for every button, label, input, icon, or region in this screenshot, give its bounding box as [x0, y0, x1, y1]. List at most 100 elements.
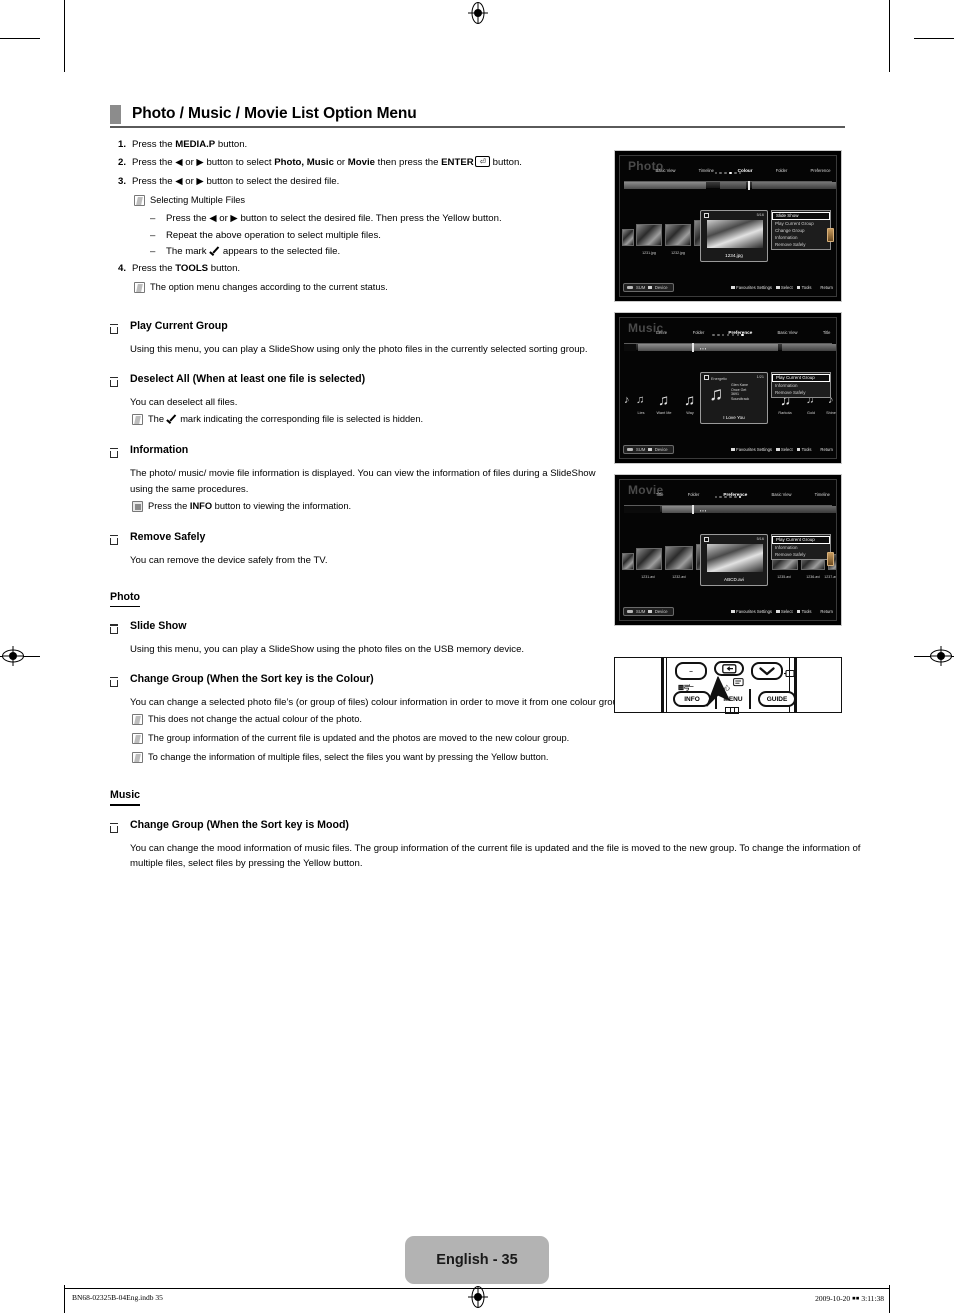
device-indicator[interactable]: SUM Device — [623, 445, 674, 454]
menu-item-remove-safely[interactable]: Remove Safely — [772, 389, 830, 396]
tab-folder[interactable]: Folder — [776, 168, 788, 173]
guide-button[interactable]: GUIDE — [758, 691, 796, 707]
key-tools[interactable]: Tools — [796, 609, 811, 614]
tab-basic-view[interactable]: Basic View — [771, 492, 791, 497]
thumbnail[interactable] — [665, 224, 691, 246]
note-text: Selecting Multiple Files — [150, 195, 246, 206]
menu-item-remove-safely[interactable]: Remove Safely — [772, 551, 830, 558]
key-return[interactable]: Return — [815, 609, 833, 614]
bar-segment — [624, 344, 636, 351]
key-tools[interactable]: Tools — [796, 285, 812, 290]
section-heading: Deselect All (When at least one file is … — [130, 372, 366, 385]
menu-item-play-current-group[interactable]: Play Current Group — [772, 220, 830, 227]
movie-group-bar[interactable]: ▪▪▪ — [624, 505, 836, 514]
page-number-text: English - 35 — [436, 1252, 518, 1268]
movie-option-menu: Play Current Group Information Remove Sa… — [771, 534, 831, 560]
photo-screen: Photo Basic View Timeline Colour Folder … — [619, 155, 837, 297]
enter-key-icon: ⏎ — [474, 156, 490, 168]
thumbnail[interactable] — [636, 224, 662, 246]
detail-checkbox[interactable] — [704, 537, 709, 542]
menu-item-change-group[interactable]: Change Group — [772, 227, 830, 234]
detail-checkbox[interactable] — [704, 375, 709, 380]
tab-basic-view[interactable]: Basic View — [656, 168, 676, 173]
subsection-title-music-text: Music — [110, 789, 141, 802]
meta-genre: Soundtrack — [731, 396, 750, 401]
tab-folder[interactable]: Folder — [688, 492, 700, 497]
tab-timeline[interactable]: Timeline — [815, 492, 830, 497]
section-heading: Information — [130, 444, 189, 457]
menu-item-remove-safely[interactable]: Remove Safely — [772, 241, 830, 248]
dash-bullet: – — [150, 213, 156, 225]
detail-group-wrap: Energetic — [704, 375, 727, 381]
detail-meta: Glen Kane Once Get 3691 Soundtrack — [731, 383, 749, 401]
detail-checkbox[interactable] — [704, 213, 709, 218]
key-select[interactable]: Select — [776, 285, 793, 290]
info-note-icon — [132, 501, 143, 513]
note-icon-wrap — [132, 192, 150, 210]
dash-text: The mark appears to the selected file. — [166, 244, 340, 260]
step-item: 2. Press the ◀ or ▶ button to select Pho… — [110, 155, 605, 172]
note-row: This does not change the actual colour o… — [130, 711, 865, 729]
tab-preference[interactable]: Preference — [810, 168, 830, 173]
section-heading: Play Current Group — [130, 320, 228, 333]
chevron-down-icon — [759, 666, 775, 675]
scroll-grip[interactable] — [827, 228, 834, 242]
music-note-icon[interactable]: ♫ — [684, 393, 695, 408]
music-note-icon[interactable]: ♫ — [636, 395, 644, 406]
thumbnail[interactable] — [622, 553, 634, 570]
bar-knob[interactable] — [692, 343, 694, 352]
tab-timeline[interactable]: Timeline — [699, 168, 714, 173]
device-indicator[interactable]: SUM Device — [623, 607, 674, 616]
thumbnail-label: 1232.jpg — [671, 251, 685, 255]
menu-item-slide-show[interactable]: Slide Show — [772, 212, 830, 220]
key-select[interactable]: Select — [776, 447, 793, 452]
section-heading: Change Group (When the Sort key is the C… — [130, 672, 374, 685]
bar-knob[interactable] — [692, 505, 694, 514]
screenshot-music: Music Genre Folder Preference Basic View… — [614, 312, 842, 464]
thumbnail-label: 1232.avi — [672, 575, 686, 579]
step-number: 1. — [117, 138, 126, 150]
tab-title[interactable]: Title — [656, 492, 664, 497]
menu-item-information[interactable]: Information — [772, 382, 830, 389]
menu-item-information[interactable]: Information — [772, 544, 830, 551]
tab-preference[interactable]: Preference — [723, 492, 747, 497]
thumbnail[interactable] — [622, 229, 634, 246]
movie-detail-card: 5/16 ABCD.avi — [700, 534, 768, 586]
key-return[interactable]: Return — [815, 285, 833, 290]
pointer-cursor-icon — [706, 676, 730, 707]
bar-knob[interactable] — [748, 181, 750, 190]
note-selecting-multiple: Selecting Multiple Files — [132, 192, 605, 210]
key-favourites[interactable]: Favourites Settings — [731, 285, 772, 290]
square-bullet-icon — [109, 535, 118, 546]
device-source: SUM — [636, 609, 646, 614]
music-note-icon[interactable]: ♫ — [658, 393, 669, 408]
key-favourites[interactable]: Favourites Settings — [731, 447, 772, 452]
key-dot-icon — [776, 447, 780, 452]
key-return[interactable]: Return — [815, 447, 833, 452]
menu-item-information[interactable]: Information — [772, 234, 830, 241]
device-indicator[interactable]: SUM Device — [623, 283, 674, 292]
tab-title[interactable]: Title — [823, 330, 831, 335]
bar-segment — [662, 506, 692, 513]
tab-genre[interactable]: Genre — [656, 330, 667, 335]
music-note-icon[interactable]: ♪ — [624, 395, 630, 406]
key-tools[interactable]: Tools — [796, 447, 811, 452]
photo-group-bar[interactable] — [624, 181, 836, 190]
tab-preference[interactable]: Preference — [729, 330, 753, 335]
key-select[interactable]: Select — [776, 609, 793, 614]
tab-folder[interactable]: Folder — [692, 330, 704, 335]
tab-basic-view[interactable]: Basic View — [778, 330, 798, 335]
scroll-grip[interactable] — [827, 552, 834, 566]
channel-down-button[interactable] — [751, 662, 783, 680]
key-favourites[interactable]: Favourites Settings — [731, 609, 772, 614]
music-group-bar[interactable]: ▪▪▪ — [624, 343, 836, 352]
menu-item-play-current-group[interactable]: Play Current Group — [772, 374, 830, 382]
key-label: Tools — [801, 285, 812, 290]
section-paragraph: The photo/ music/ movie file information… — [130, 468, 596, 495]
thumbnail[interactable] — [665, 546, 693, 570]
registration-mark-right — [930, 646, 952, 666]
step-text-mid: or — [333, 157, 348, 169]
tab-colour[interactable]: Colour — [737, 168, 752, 173]
thumbnail[interactable] — [636, 548, 662, 570]
menu-item-play-current-group[interactable]: Play Current Group — [772, 536, 830, 544]
